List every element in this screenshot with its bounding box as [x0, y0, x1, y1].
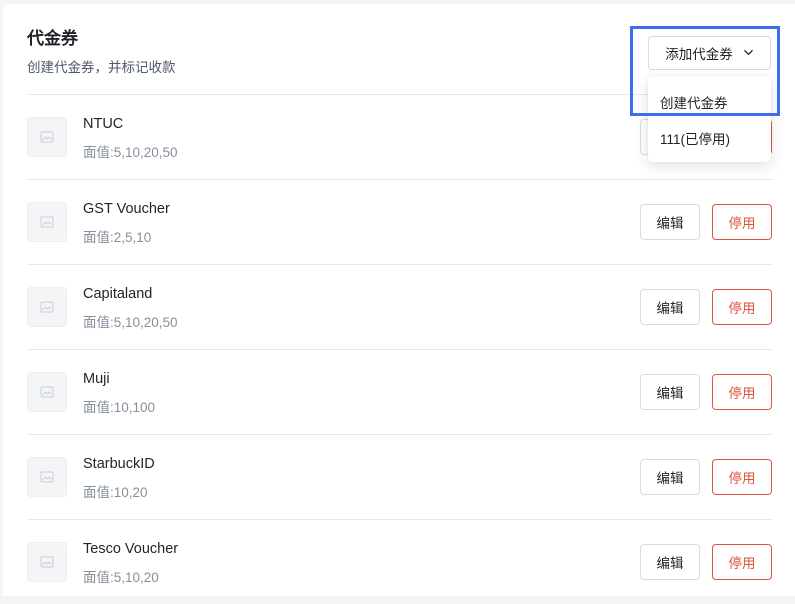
- disable-button[interactable]: 停用: [712, 374, 772, 410]
- image-placeholder-icon: [27, 202, 67, 242]
- disable-button[interactable]: 停用: [712, 544, 772, 580]
- image-placeholder-icon: [27, 542, 67, 582]
- voucher-denominations: 面值:5,10,20,50: [83, 145, 178, 160]
- add-voucher-button[interactable]: 添加代金券: [648, 36, 771, 70]
- voucher-denominations: 面值:2,5,10: [83, 230, 152, 245]
- edit-button[interactable]: 编辑: [640, 204, 700, 240]
- add-voucher-label: 添加代金券: [665, 47, 733, 62]
- voucher-name: Muji: [83, 371, 110, 387]
- disable-button[interactable]: 停用: [712, 204, 772, 240]
- edit-button[interactable]: 编辑: [640, 289, 700, 325]
- image-placeholder-icon: [27, 372, 67, 412]
- image-placeholder-icon: [27, 287, 67, 327]
- image-placeholder-icon: [27, 117, 67, 157]
- edit-button[interactable]: 编辑: [640, 374, 700, 410]
- voucher-list: NTUC 面值:5,10,20,50 编辑 停用 GST Voucher 面值:…: [27, 95, 772, 604]
- menu-item-create-voucher[interactable]: 创建代金券: [660, 92, 728, 112]
- edit-button[interactable]: 编辑: [640, 459, 700, 495]
- chevron-down-icon: [743, 46, 754, 61]
- voucher-denominations: 面值:5,10,20,50: [83, 315, 178, 330]
- voucher-panel: 代金券 创建代金券，并标记收款 添加代金券 NTUC 面值:5,10,20,50…: [3, 4, 795, 596]
- voucher-denominations: 面值:10,100: [83, 400, 156, 415]
- list-item: Tesco Voucher 面值:5,10,20 编辑 停用: [27, 520, 772, 604]
- disable-button[interactable]: 停用: [712, 289, 772, 325]
- list-item: GST Voucher 面值:2,5,10 编辑 停用: [27, 180, 772, 265]
- page-title: 代金券: [27, 29, 78, 48]
- voucher-name: StarbuckID: [83, 456, 155, 472]
- voucher-name: NTUC: [83, 116, 124, 132]
- image-placeholder-icon: [27, 457, 67, 497]
- edit-button[interactable]: 编辑: [640, 544, 700, 580]
- voucher-name: GST Voucher: [83, 201, 170, 217]
- add-voucher-dropdown-menu: 创建代金券 111(已停用): [648, 76, 771, 162]
- menu-item-disabled-voucher[interactable]: 111(已停用): [660, 128, 730, 148]
- list-item: Muji 面值:10,100 编辑 停用: [27, 350, 772, 435]
- page-subtitle: 创建代金券，并标记收款: [27, 60, 176, 75]
- disable-button[interactable]: 停用: [712, 459, 772, 495]
- list-item: Capitaland 面值:5,10,20,50 编辑 停用: [27, 265, 772, 350]
- voucher-denominations: 面值:5,10,20: [83, 570, 159, 585]
- voucher-name: Capitaland: [83, 286, 153, 302]
- voucher-denominations: 面值:10,20: [83, 485, 148, 500]
- list-item: StarbuckID 面值:10,20 编辑 停用: [27, 435, 772, 520]
- voucher-name: Tesco Voucher: [83, 541, 179, 557]
